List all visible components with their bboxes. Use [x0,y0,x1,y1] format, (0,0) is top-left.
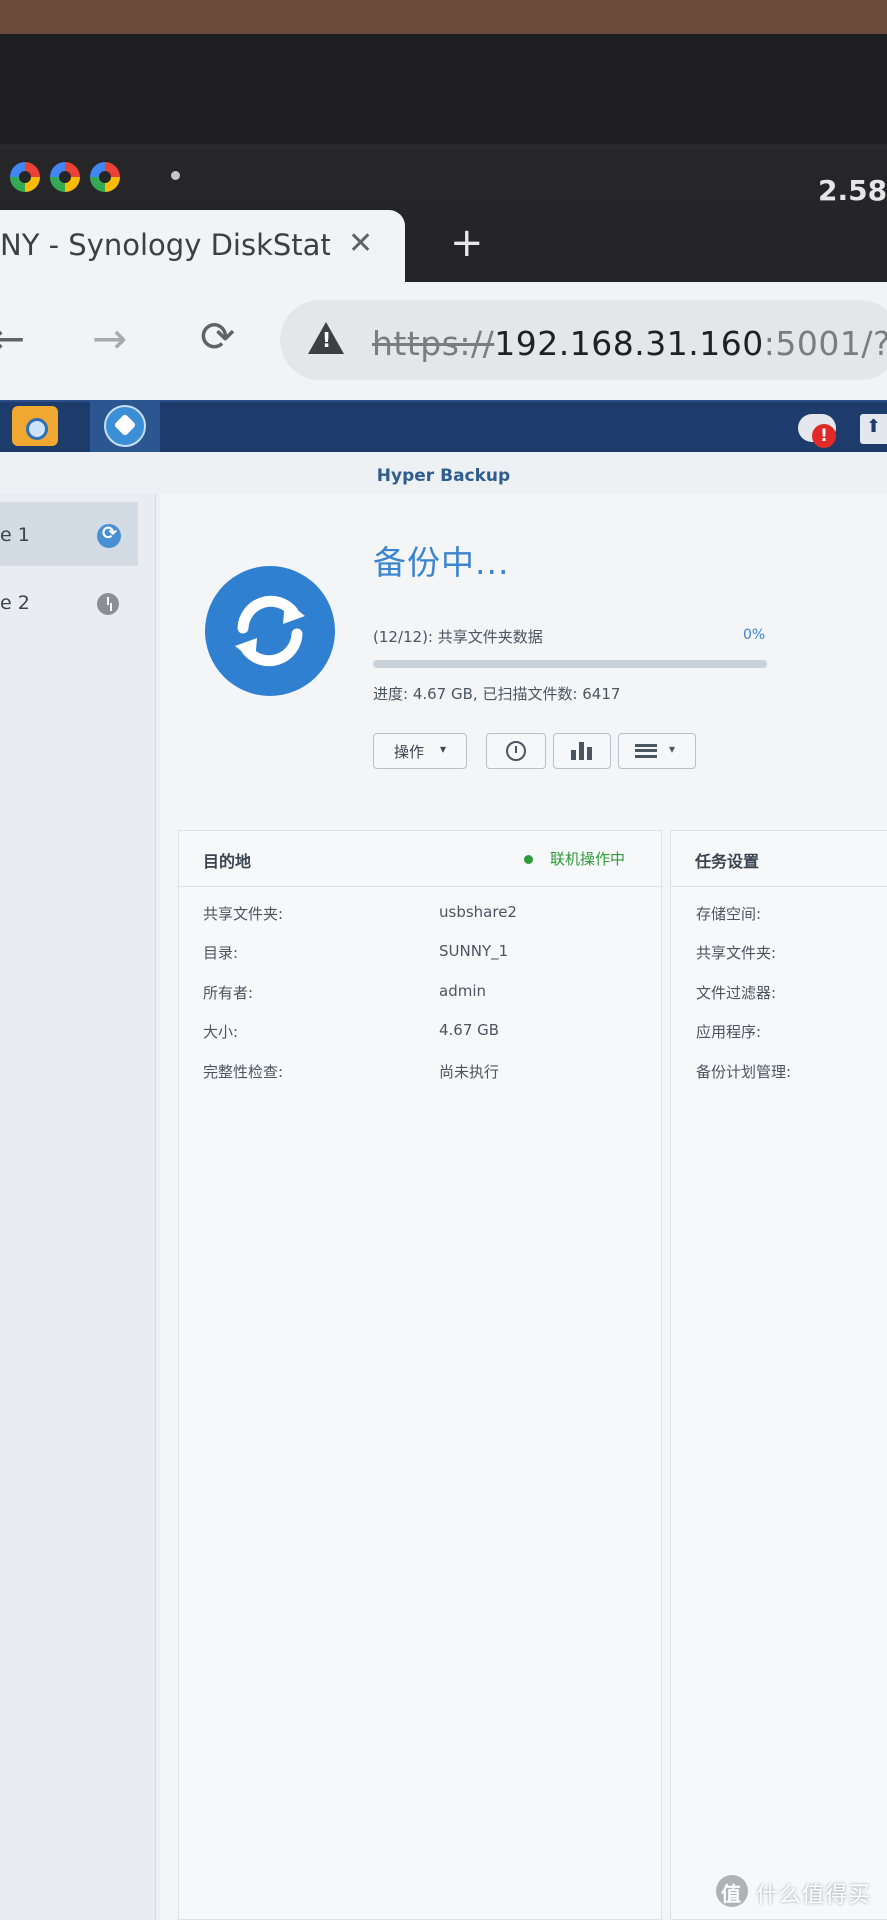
destination-panel: 目的地 联机操作中 共享文件夹: usbshare2 目录: SUNNY_1 所… [178,830,662,1920]
tab-title: NY - Synology DiskStatic [0,228,330,262]
more-menu-button[interactable]: ▾ [618,733,696,769]
task-settings-title: 任务设置 [695,852,760,871]
url-path: :5001/?fc [763,324,887,363]
row-label: 共享文件夹: [696,944,777,962]
row-value: SUNNY_1 [439,942,509,960]
action-button-label: 操作 [394,743,425,761]
chrome-notification-icon [90,162,120,192]
sidebar-task-label: e 2 [0,592,30,614]
upload-icon[interactable] [860,414,887,444]
background-desk [0,0,887,34]
row-label: 文件过滤器: [696,984,777,1002]
chrome-notification-icon [50,162,80,192]
file-station-app-icon[interactable] [12,406,58,446]
alert-badge-icon: ! [812,424,836,448]
window-title: Hyper Backup [376,466,511,486]
version-list-button[interactable] [486,733,546,769]
row-label: 完整性检查: [203,1063,284,1081]
hyper-backup-app-icon[interactable] [104,405,146,447]
backup-status-title: 备份中... [373,543,510,582]
action-dropdown-button[interactable]: 操作 ▾ [373,733,467,769]
current-task-text: (12/12): 共享文件夹数据 [373,628,543,646]
row-label: 共享文件夹: [203,905,284,923]
destination-panel-header: 目的地 联机操作中 [179,831,661,887]
task-settings-header: 任务设置 [671,831,887,887]
back-arrow-icon[interactable]: ← [0,314,25,363]
sidebar-task-label: e 1 [0,524,30,546]
row-label: 大小: [203,1023,239,1041]
online-status-text: 联机操作中 [550,850,626,868]
reload-icon[interactable]: ⟳ [200,312,235,361]
row-value: 尚未执行 [439,1063,500,1081]
row-label: 应用程序: [696,1023,762,1041]
tab-close-icon[interactable]: ✕ [348,226,373,261]
clock-search-icon [506,741,526,761]
statistics-button[interactable] [553,733,611,769]
progress-bar [373,660,767,668]
progress-details: 进度: 4.67 GB, 已扫描文件数: 6417 [373,685,621,703]
url-scheme: https:// [372,324,495,363]
row-value: usbshare2 [439,903,517,921]
hamburger-menu-icon [635,744,657,758]
caret-down-icon: ▾ [440,742,447,756]
status-bar [0,150,887,202]
screen-bezel [0,34,887,144]
task-sidebar [0,494,156,1920]
watermark-logo [716,1875,748,1907]
url-host: 192.168.31.160 [494,324,764,363]
more-notifications-dot [171,171,180,180]
new-tab-button[interactable]: + [450,220,484,266]
row-value: 4.67 GB [439,1021,500,1039]
progress-percent: 0% [743,627,766,643]
watermark-text: 什么值得买 [756,1883,872,1908]
row-label: 目录: [203,944,239,962]
row-label: 备份计划管理: [696,1063,792,1081]
row-label: 所有者: [203,984,254,1002]
bar-chart-icon [571,742,595,760]
row-label: 存储空间: [696,905,762,923]
clock-icon [97,593,119,615]
backup-in-progress-icon [205,566,335,696]
not-secure-warning-icon[interactable] [308,322,344,354]
destination-title: 目的地 [203,852,252,871]
url-text[interactable]: https://192.168.31.160:5001/?fc [372,324,887,363]
online-status-dot-icon [524,855,533,864]
row-value: admin [439,982,486,1000]
forward-arrow-icon[interactable]: → [92,314,127,363]
caret-down-icon: ▾ [669,742,676,756]
task-settings-panel: 任务设置 存储空间: 共享文件夹: 文件过滤器: 应用程序: 备份计划管理: [670,830,887,1920]
sync-icon [97,523,121,548]
chrome-notification-icon [10,162,40,192]
